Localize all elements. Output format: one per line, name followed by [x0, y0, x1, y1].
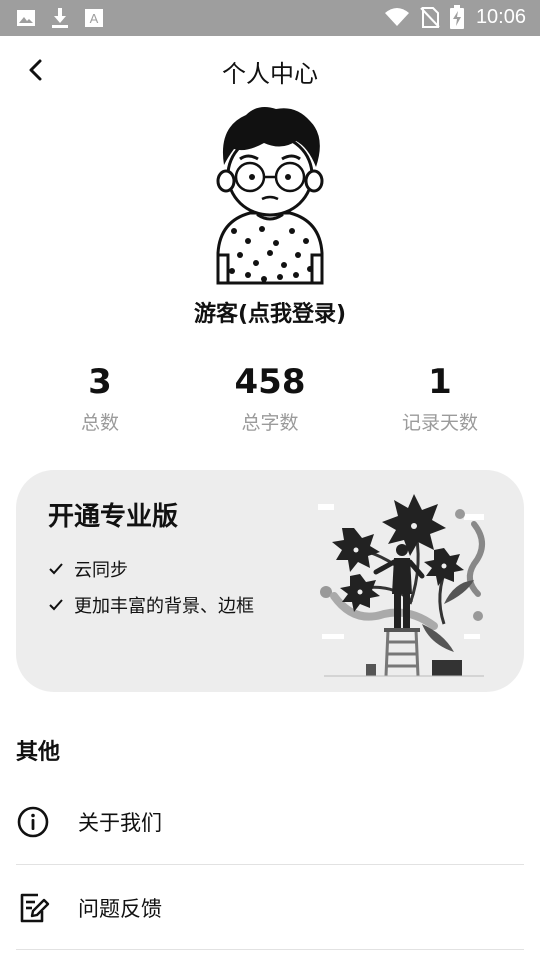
login-prompt[interactable]: 游客(点我登录) [0, 296, 540, 328]
battery-charging-icon [449, 5, 464, 29]
check-icon [49, 563, 63, 575]
download-icon [52, 8, 68, 28]
status-bar-right: 10:06 [384, 5, 526, 29]
stat-total: 3 总数 [10, 362, 190, 435]
pro-feature-label: 云同步 [74, 560, 128, 581]
top-app-bar: 个人中心 [0, 36, 540, 106]
menu-item-about-us[interactable]: 关于我们 [16, 780, 524, 864]
pro-card-title: 开通专业版 [48, 502, 179, 532]
painter-flower-illustration [318, 494, 485, 677]
stat-total-value: 3 [88, 362, 112, 402]
status-bar: A 10:06 [0, 0, 540, 36]
divider [16, 949, 524, 950]
wifi-icon [384, 8, 409, 26]
stat-record-days: 1 记录天数 [350, 362, 530, 435]
stat-word-count-label: 总字数 [241, 412, 299, 434]
feedback-edit-icon [20, 893, 50, 923]
status-time: 10:06 [475, 5, 526, 28]
info-icon [17, 806, 49, 838]
stat-word-count: 458 总字数 [180, 362, 360, 435]
font-icon: A [85, 9, 103, 27]
avatar-illustration [216, 107, 324, 285]
pro-feature-label: 更加丰富的背景、边框 [74, 596, 254, 617]
divider [16, 864, 524, 865]
menu-item-label: 关于我们 [78, 811, 162, 835]
check-icon [49, 599, 63, 611]
menu-item-label: 问题反馈 [78, 897, 162, 921]
svg-text:A: A [90, 11, 99, 26]
stat-record-days-value: 1 [428, 362, 452, 402]
pro-feature-item: 云同步 [48, 556, 128, 582]
status-bar-left: A [16, 7, 104, 29]
stat-total-label: 总数 [80, 412, 119, 434]
stat-record-days-label: 记录天数 [401, 412, 478, 434]
avatar[interactable] [212, 103, 328, 285]
page-title: 个人中心 [222, 60, 318, 88]
stat-word-count-value: 458 [234, 362, 306, 402]
no-sim-icon [420, 7, 440, 28]
upgrade-pro-card[interactable]: 开通专业版 云同步 更加丰富的背景、边框 [16, 470, 524, 692]
section-title-other: 其他 [16, 740, 61, 765]
image-icon [17, 10, 35, 26]
pro-feature-item: 更加丰富的背景、边框 [48, 592, 254, 618]
menu-item-feedback[interactable]: 问题反馈 [16, 866, 524, 950]
